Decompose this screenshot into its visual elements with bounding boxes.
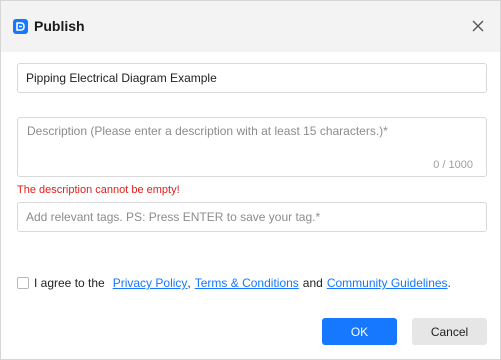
agree-prefix: I agree to the bbox=[34, 276, 105, 290]
close-button[interactable] bbox=[467, 15, 489, 37]
tags-input[interactable] bbox=[18, 203, 486, 231]
cancel-button[interactable]: Cancel bbox=[412, 318, 487, 345]
title-input[interactable] bbox=[18, 64, 486, 92]
title-field-wrapper bbox=[17, 63, 487, 93]
tags-field-wrapper bbox=[17, 202, 487, 232]
description-error: The description cannot be empty! bbox=[17, 184, 180, 196]
description-input[interactable] bbox=[18, 118, 486, 176]
agree-comma: , bbox=[187, 276, 191, 290]
dialog-title: Publish bbox=[34, 18, 85, 34]
app-logo-icon bbox=[13, 19, 28, 34]
agree-checkbox[interactable] bbox=[17, 277, 29, 289]
privacy-policy-link[interactable]: Privacy Policy bbox=[113, 276, 188, 290]
dialog-titlebar: Publish bbox=[1, 1, 500, 52]
ok-button[interactable]: OK bbox=[322, 318, 397, 345]
description-field-wrapper: 0 / 1000 bbox=[17, 117, 487, 177]
char-count: 0 / 1000 bbox=[433, 159, 473, 171]
agree-period: . bbox=[447, 276, 451, 290]
close-icon bbox=[472, 20, 484, 32]
agreement-row: I agree to the Privacy Policy , Terms & … bbox=[17, 275, 451, 291]
terms-link[interactable]: Terms & Conditions bbox=[195, 276, 299, 290]
community-guidelines-link[interactable]: Community Guidelines bbox=[327, 276, 448, 290]
publish-dialog: Publish 0 / 1000 The description cannot … bbox=[0, 0, 501, 360]
agree-and: and bbox=[302, 276, 323, 290]
